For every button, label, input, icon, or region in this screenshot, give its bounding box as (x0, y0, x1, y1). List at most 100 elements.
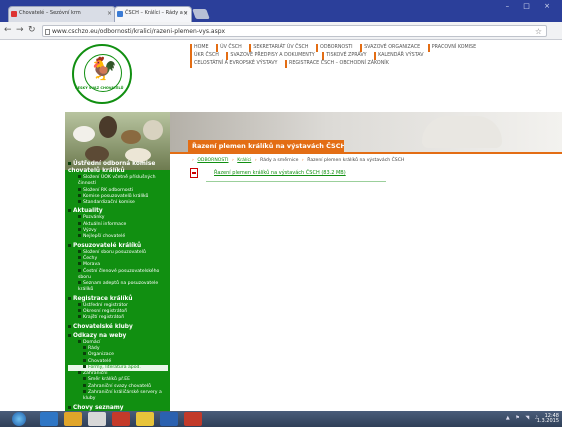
topnav-item[interactable]: Sekretariát ÚV ČSCH (249, 44, 309, 52)
sidebar-menu-label: Standardizační komise (83, 200, 135, 206)
media-player-icon[interactable] (88, 412, 106, 426)
sidebar-menu-label: Okresní registrátoři (83, 309, 128, 315)
sidebar-menu-label: Složení ÚOK včetně příslušných činností (78, 175, 156, 187)
bullet-icon (68, 296, 71, 300)
chrome-icon[interactable] (136, 412, 154, 426)
topnav-item[interactable]: Svazové předpisy a dokumenty (226, 52, 315, 60)
sidebar-section-heading[interactable]: Ústřední odborná komise chovatelů králík… (68, 161, 168, 175)
sidebar-menu-item[interactable]: Seznam adeptů na posuzovatele králíků (68, 281, 168, 294)
sidebar-section-heading[interactable]: Odkazy na weby (68, 333, 168, 340)
sidebar-menu-label: Organizace (88, 352, 114, 358)
bullet-icon (83, 390, 86, 394)
reload-icon[interactable]: ↻ (28, 25, 36, 35)
site-logo[interactable]: 🐓 (72, 44, 132, 104)
sidebar-menu-label: Komise posuzovatelů králíků (83, 193, 149, 199)
tab-favicon-icon (11, 11, 17, 17)
bullet-icon (78, 221, 81, 225)
bullet-icon (68, 405, 71, 409)
bullet-icon (68, 243, 71, 247)
windows-taskbar: ▲ ⚑ ◥ ♪ 12:48 1.3.2015 (0, 411, 562, 427)
sidebar-menu-item[interactable]: Krajští registrátoři (68, 315, 168, 321)
sidebar-section-heading[interactable]: Chovatelské kluby (68, 324, 168, 331)
sidebar-menu-item[interactable]: Čestní členové posuzovatelského sboru (68, 268, 168, 282)
topnav-item[interactable]: Úkr ČSCH (190, 52, 219, 60)
hen-image (99, 116, 117, 138)
sidebar-menu-item[interactable]: Nejlepší chovatelé (68, 234, 168, 240)
media-app-icon[interactable] (112, 412, 130, 426)
title-divider (170, 152, 562, 154)
sidebar-menu-item[interactable]: Standardizační komise (68, 200, 168, 206)
topnav-item[interactable]: Svazové organizace (360, 44, 420, 52)
rabbit-image (73, 126, 95, 142)
tab-favicon-icon (117, 11, 123, 17)
bullet-icon (78, 315, 81, 319)
topnav-item[interactable]: Registrace ČSCH – Obchodní zákoník (285, 60, 389, 68)
sidebar-menu-label: Složení sboru posuzovatelů (83, 249, 146, 255)
web-page: 🐓 ČESKÝ SVAZ CHOVATELŮ Home ÚV ČSCH Sekr… (0, 40, 562, 417)
topnav-row-2: Úkr ČSCH Svazové předpisy a dokumenty Ti… (190, 52, 530, 60)
bullet-icon (83, 345, 86, 349)
sidebar-section-heading[interactable]: Posuzovatelé králíků (68, 243, 168, 250)
browser-tab-2[interactable]: ČSCH – Králíci – Rády a v × (114, 6, 192, 22)
bullet-icon (78, 262, 81, 266)
sidebar-menu-label: Chovatelské kluby (73, 323, 133, 330)
forward-arrow-icon[interactable]: → (16, 25, 24, 35)
internet-explorer-icon[interactable] (40, 412, 58, 426)
bullet-icon (78, 268, 81, 272)
document-link[interactable]: Řazení plemen králíků na výstavách ČSCH … (214, 170, 346, 176)
sidebar-section-heading[interactable]: Registrace králíků (68, 296, 168, 303)
logo-caption: ČESKÝ SVAZ CHOVATELŮ (75, 86, 124, 90)
url-text: www.cschzo.eu/odbornosti/kralici/razeni-… (52, 28, 226, 35)
sidebar-menu-label: Chovatelé (88, 358, 112, 364)
sidebar-menu-label: Zahraniční svazy chovatelů (88, 383, 152, 389)
window-controls[interactable]: – □ × (506, 2, 556, 10)
bullet-icon (83, 352, 86, 356)
bookmark-star-icon[interactable]: ☆ (535, 27, 542, 36)
browser-tab-1[interactable]: Chovatelé – Sezóvní krm × (8, 6, 116, 22)
breadcrumb-bullet: › (192, 158, 194, 163)
bullet-icon (83, 358, 86, 362)
bullet-icon (68, 209, 71, 213)
sidebar-menu-label: Zahraniční králičárské servery a kluby (83, 390, 162, 402)
back-arrow-icon[interactable]: ← (4, 25, 12, 35)
topnav-item[interactable]: Home (190, 44, 209, 52)
topnav-item[interactable]: Kalendář výstav (374, 52, 424, 60)
bird-image (121, 130, 141, 144)
word-icon[interactable] (160, 412, 178, 426)
sidebar-menu-item[interactable]: Složení ÚOK včetně příslušných činností (68, 175, 168, 188)
bullet-icon (68, 162, 71, 165)
screen: Chovatelé – Sezóvní krm × ČSCH – Králíci… (0, 0, 562, 427)
address-bar[interactable]: www.cschzo.eu/odbornosti/kralici/razeni-… (42, 25, 547, 37)
topnav-item[interactable]: ÚV ČSCH (216, 44, 242, 52)
breadcrumb-link[interactable]: Králíci (237, 158, 251, 163)
close-tab-icon[interactable]: × (107, 10, 112, 17)
sidebar-menu-label: Složení RK odbornosti (83, 187, 134, 193)
page-title: Řazení plemen králíků na výstavách ČSCH (188, 140, 344, 152)
bullet-icon (68, 324, 71, 328)
topnav-item[interactable]: Tiskové zprávy (322, 52, 367, 60)
powerpoint-icon[interactable] (184, 412, 202, 426)
breadcrumb-item[interactable]: Rády a směrnice (260, 158, 298, 163)
topnav-item[interactable]: Odbornosti (316, 44, 353, 52)
sidebar-menu-label: Ústřední odborná komise chovatelů králík… (68, 161, 156, 174)
bullet-icon (78, 200, 81, 204)
sidebar-menu: Ústřední odborná komise chovatelů králík… (68, 159, 168, 418)
bullet-icon (78, 339, 81, 343)
sidebar-menu-label: Pozvánky (83, 215, 105, 221)
bullet-icon (78, 215, 81, 219)
close-tab-icon[interactable]: × (183, 10, 188, 17)
topnav-item[interactable]: Celostátní a evropské výstavy (190, 60, 278, 68)
new-tab-button[interactable] (192, 9, 210, 19)
bullet-icon (83, 364, 86, 368)
bullet-icon (78, 249, 81, 253)
topnav-row-3: Celostátní a evropské výstavy Registrace… (190, 60, 530, 68)
sidebar-menu-item[interactable]: Zahraniční králičárské servery a kluby (68, 390, 168, 403)
file-explorer-icon[interactable] (64, 412, 82, 426)
breadcrumb-separator: › (231, 158, 234, 163)
taskbar-clock[interactable]: 12:48 1.3.2015 (537, 414, 559, 424)
breadcrumb-link[interactable]: ODBORNOSTI (197, 158, 228, 163)
system-tray[interactable]: ▲ ⚑ ◥ ♪ (506, 415, 540, 421)
sidebar-menu-label: Zahraniční (83, 371, 108, 377)
topnav-item[interactable]: Pracovní komise (427, 44, 476, 52)
start-button[interactable] (12, 412, 26, 426)
